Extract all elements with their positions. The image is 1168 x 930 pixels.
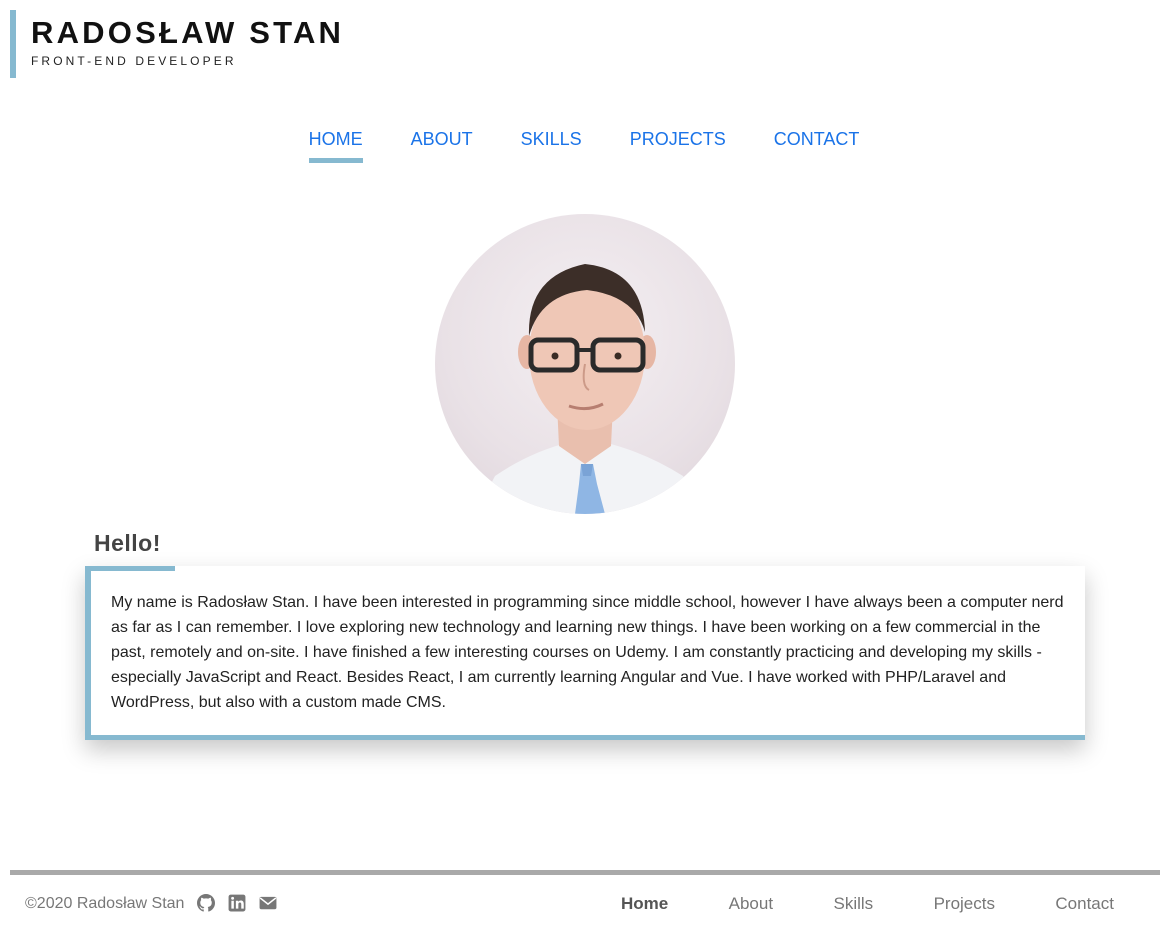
nav-skills[interactable]: SKILLS [521,126,582,163]
nav-about[interactable]: ABOUT [411,126,473,163]
site-logo[interactable]: RADOSŁAW STAN FRONT-END DEVELOPER [10,10,344,78]
footer-link-contact[interactable]: Contact [1055,892,1114,916]
linkedin-icon[interactable] [228,894,246,912]
bio-text: My name is Radosław Stan. I have been in… [111,594,1064,711]
footer-nav: Home About Skills Projects Contact [590,892,1145,916]
nav-contact[interactable]: CONTACT [774,126,860,163]
footer-divider [10,870,1160,875]
site-subtitle: FRONT-END DEVELOPER [31,54,237,68]
bio-card: My name is Radosław Stan. I have been in… [85,566,1085,740]
main-nav: HOME ABOUT SKILLS PROJECTS CONTACT [0,126,1168,163]
footer-link-skills[interactable]: Skills [833,892,873,916]
footer-copyright: ©2020 Radosław Stan [25,895,185,912]
hello-heading: Hello! [94,530,161,556]
envelope-icon[interactable] [259,894,277,912]
page: RADOSŁAW STAN FRONT-END DEVELOPER HOME A… [0,0,1168,930]
footer-social-icons [197,894,277,912]
profile-photo [435,214,735,514]
nav-home[interactable]: HOME [308,126,363,163]
footer-link-home[interactable]: Home [621,892,668,916]
footer-link-projects[interactable]: Projects [934,892,995,916]
site-name: RADOSŁAW STAN [31,15,345,50]
footer-link-about[interactable]: About [729,892,773,916]
nav-projects[interactable]: PROJECTS [630,126,726,163]
github-icon[interactable] [197,894,215,912]
